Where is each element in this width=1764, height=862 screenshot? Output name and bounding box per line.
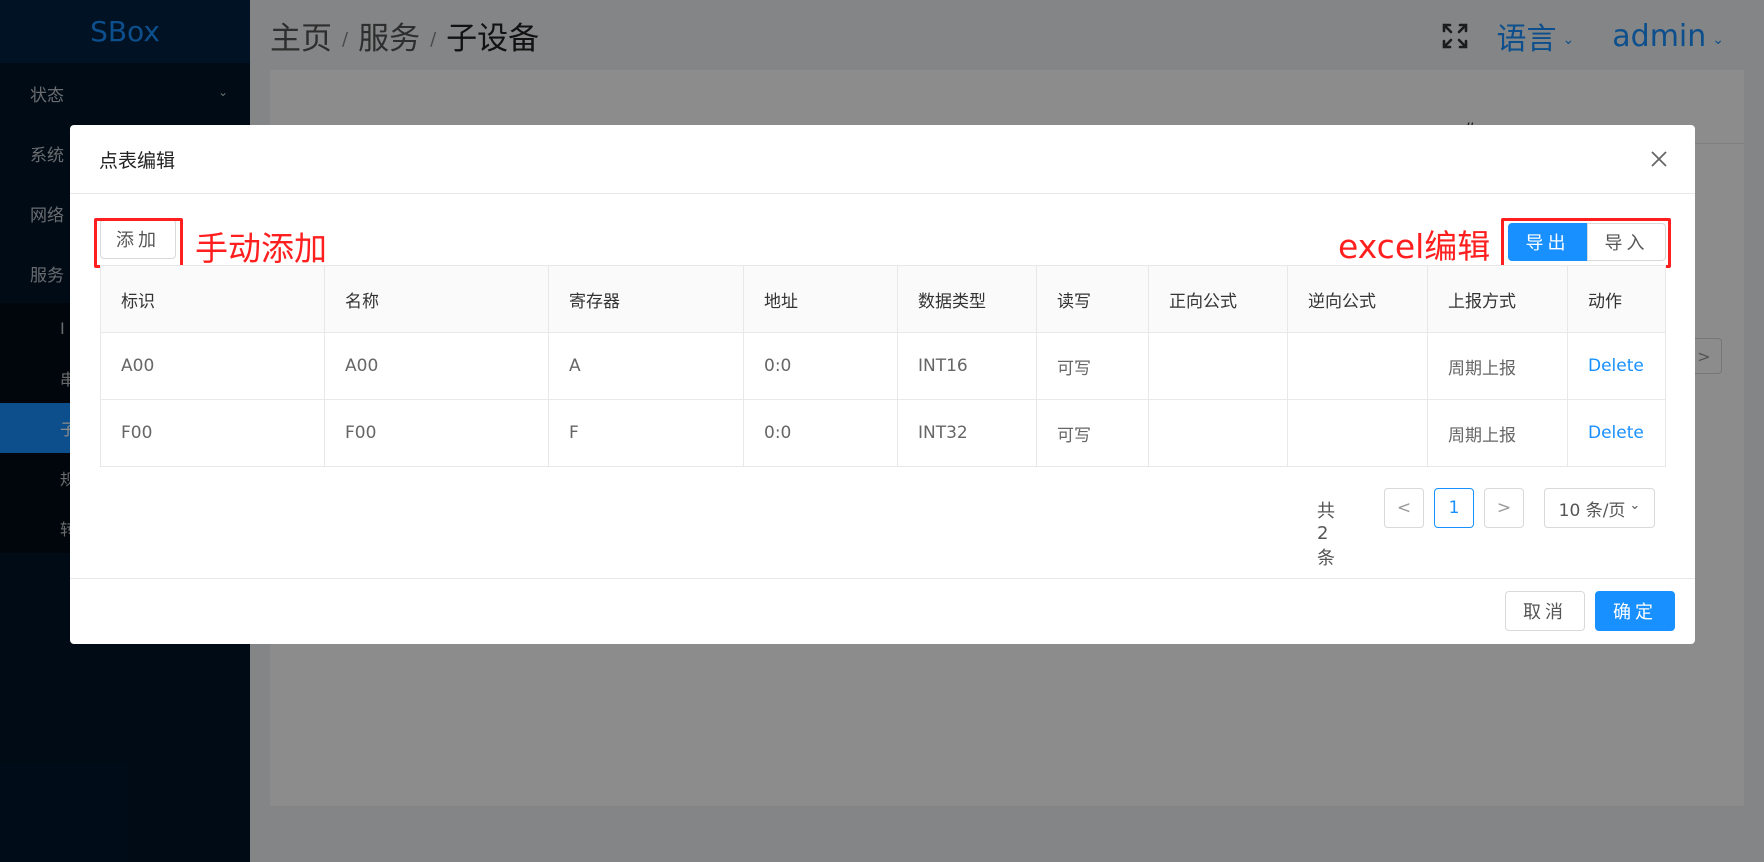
table-cell: 周期上报 <box>1427 399 1568 467</box>
page-size-value: 10 条/页 <box>1558 500 1626 521</box>
annotation-box-add <box>94 218 183 268</box>
modal-title: 点表编辑 <box>99 149 176 172</box>
column-header: 名称 <box>324 265 549 333</box>
table-header-row: 标识 名称 寄存器 地址 数据类型 读写 正向公式 逆向公式 上报方式 动作 <box>100 265 1666 333</box>
chevron-down-icon: ⌄ <box>1629 497 1641 513</box>
table-cell: A00 <box>324 332 549 400</box>
pagination-total: 共 2 条 <box>1317 501 1335 569</box>
point-table-modal: 点表编辑 添加 手动添加 excel编辑 导出 导入 标识 名称 寄存器 地址 … <box>70 125 1695 644</box>
annotation-text-manual: 手动添加 <box>195 229 327 268</box>
table-cell: INT32 <box>897 399 1037 467</box>
table-cell <box>1148 332 1288 400</box>
table-cell: F00 <box>100 399 325 467</box>
table-cell: F <box>548 399 744 467</box>
table-cell: A <box>548 332 744 400</box>
column-header: 地址 <box>743 265 898 333</box>
table-cell: 可写 <box>1036 399 1149 467</box>
table-cell: 周期上报 <box>1427 332 1568 400</box>
prev-page-button[interactable]: < <box>1384 488 1424 528</box>
cancel-button[interactable]: 取消 <box>1505 591 1585 631</box>
table-cell: INT16 <box>897 332 1037 400</box>
table-cell <box>1287 399 1428 467</box>
delete-link[interactable]: Delete <box>1567 332 1666 400</box>
column-header: 逆向公式 <box>1287 265 1428 333</box>
table-cell: F00 <box>324 399 549 467</box>
table-cell: 0:0 <box>743 332 898 400</box>
column-header: 上报方式 <box>1427 265 1568 333</box>
annotation-text-excel: excel编辑 <box>1338 227 1491 266</box>
table-cell: 0:0 <box>743 399 898 467</box>
modal-footer: 取消 确定 <box>70 578 1695 644</box>
column-header: 数据类型 <box>897 265 1037 333</box>
point-table: 标识 名称 寄存器 地址 数据类型 读写 正向公式 逆向公式 上报方式 动作 A… <box>100 265 1666 467</box>
next-page-button[interactable]: > <box>1484 488 1524 528</box>
page-size-select[interactable]: 10 条/页 ⌄ <box>1544 488 1655 528</box>
table-cell: 可写 <box>1036 332 1149 400</box>
column-header: 读写 <box>1036 265 1149 333</box>
page-number-1[interactable]: 1 <box>1434 488 1474 528</box>
column-header: 正向公式 <box>1148 265 1288 333</box>
table-cell: A00 <box>100 332 325 400</box>
table-cell <box>1287 332 1428 400</box>
modal-header: 点表编辑 <box>70 125 1695 194</box>
delete-link[interactable]: Delete <box>1567 399 1666 467</box>
close-icon[interactable] <box>1649 149 1669 169</box>
table-row: F00 F00 F 0:0 INT32 可写 周期上报 Delete <box>100 399 1666 467</box>
table-row: A00 A00 A 0:0 INT16 可写 周期上报 Delete <box>100 332 1666 400</box>
annotation-box-excel <box>1501 218 1671 268</box>
column-header: 标识 <box>100 265 325 333</box>
column-header: 寄存器 <box>548 265 744 333</box>
table-cell <box>1148 399 1288 467</box>
ok-button[interactable]: 确定 <box>1595 591 1675 631</box>
column-header: 动作 <box>1567 265 1666 333</box>
